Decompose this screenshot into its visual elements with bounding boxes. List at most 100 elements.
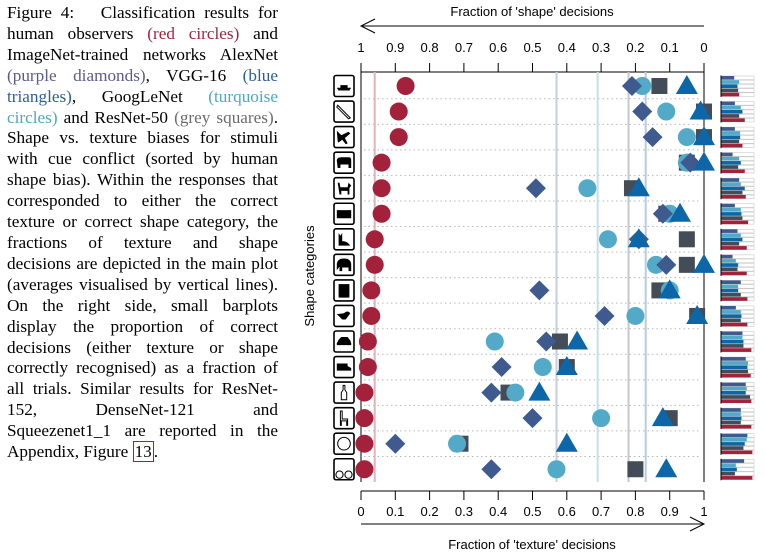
marker-vgg-16 [655,458,678,478]
shape-axis-tick-label: 0.1 [661,40,679,55]
accuracy-bar-vgg-16 [721,161,741,165]
texture-axis-tick-label: 0.2 [421,504,439,519]
accuracy-barplot [720,356,755,379]
accuracy-barplot [720,305,755,327]
accuracy-barplot [720,279,755,302]
shape-axis-title: Fraction of 'shape' decisions [450,4,614,19]
accuracy-bar-resnet-50 [721,241,740,246]
bottle-icon [333,381,355,404]
marker-humans [355,383,374,402]
marker-humans [389,128,408,147]
accuracy-bar-googlenet [721,156,740,161]
marker-googlenet [657,102,676,121]
accuracy-bar-googlenet [721,361,749,365]
accuracy-bar-resnet-50 [721,420,741,425]
accuracy-bar-alexnet [721,127,735,131]
elephant-icon [333,253,355,277]
accuracy-bar-vgg-16 [721,339,744,344]
marker-vgg-16 [675,75,698,94]
texture-axis-tick-label: 1 [700,504,707,519]
accuracy-bar-vgg-16 [721,288,739,293]
accuracy-bar-resnet-50 [721,139,740,144]
texture-axis-tick-label: 0.1 [386,504,404,519]
accuracy-bar-googlenet [721,335,743,340]
marker-vgg-16 [555,432,578,452]
accuracy-bar-humans [721,246,747,250]
marker-humans [365,255,384,274]
accuracy-bar-alexnet [721,101,735,106]
marker-vgg-16 [693,253,715,273]
accuracy-bar-humans [721,373,751,378]
accuracy-bar-googlenet [721,131,741,135]
accuracy-bar-googlenet [721,284,739,289]
shape-axis-tick-label: 0.3 [592,40,610,55]
texture-axis-tick-label: 0.7 [592,504,610,519]
accuracy-bar-alexnet [721,357,746,361]
shape-axis-tick-label: 0 [700,40,707,55]
shape-axis-tick-label: 0.7 [455,40,473,55]
accuracy-bar-vgg-16 [721,263,739,267]
marker-humans [358,358,377,377]
accuracy-bar-resnet-50 [721,88,739,93]
texture-axis-tick-label: 0.6 [558,504,576,519]
marker-alexnet [522,408,543,429]
shape-axis-tick-label: 0.8 [421,40,439,55]
accuracy-bar-googlenet [721,105,741,110]
marker-humans [372,179,391,198]
accuracy-bar-googlenet [721,412,741,416]
marker-alexnet [481,459,502,480]
marker-googlenet [485,332,504,351]
accuracy-bar-alexnet [721,229,738,233]
accuracy-bar-resnet-50 [721,293,741,297]
shape-axis-tick-label: 0.5 [523,40,541,55]
marker-humans [355,434,374,453]
accuracy-bar-vgg-16 [721,237,743,242]
accuracy-barplot [720,433,755,455]
car-icon [333,330,355,353]
accuracy-bar-googlenet [721,386,747,391]
accuracy-barplot [720,407,755,430]
marker-googlenet [533,358,552,377]
oven-icon-glyph [338,284,350,298]
accuracy-barplot [720,126,755,149]
texture-axis-tick-label: 0.3 [455,504,473,519]
accuracy-barplot [720,228,755,251]
knife-icon [333,100,355,123]
accuracy-bar-resnet-50 [721,165,739,169]
dog-icon [333,176,355,200]
marker-resnet-50 [678,231,695,248]
boat-icon [333,74,355,98]
accuracy-bar-resnet-50 [721,471,735,476]
accuracy-barplot [720,331,755,353]
accuracy-bar-humans [721,92,740,97]
texture-axis-tick-label: 0.8 [626,504,644,519]
marker-humans [362,306,381,325]
marker-googlenet [592,409,611,428]
category-icon-frame [333,432,355,456]
accuracy-bar-alexnet [721,254,733,259]
shape-axis-tick-label: 0.4 [558,40,576,55]
accuracy-barplot [720,458,755,481]
accuracy-bar-humans [721,322,748,327]
marker-googlenet [578,179,597,198]
bicycle-icon [333,457,355,481]
texture-axis-tick-label: 0.9 [661,504,679,519]
accuracy-barplot [720,101,755,123]
accuracy-bar-googlenet [721,463,736,468]
accuracy-bar-vgg-16 [721,109,743,114]
accuracy-bar-alexnet [721,280,741,284]
marker-googlenet [598,230,617,249]
accuracy-bar-alexnet [721,382,746,387]
accuracy-bar-alexnet [721,433,748,438]
accuracy-bar-vgg-16 [721,416,742,421]
chair-icon [333,406,355,430]
texture-axis: 0 0.1 0.2 0.3 0.4 0.5 0.6 0.7 0.8 0.9 1 Fraction o… [357,490,708,552]
accuracy-bar-humans [721,220,749,225]
shape-axis-tick-label: 0.2 [626,40,644,55]
category-icon-frame [333,228,355,251]
accuracy-barplot [720,75,755,97]
accuracy-bar-alexnet [721,76,735,80]
marker-humans [372,153,391,172]
marker-alexnet [385,433,406,454]
accuracy-bar-googlenet [721,437,747,442]
